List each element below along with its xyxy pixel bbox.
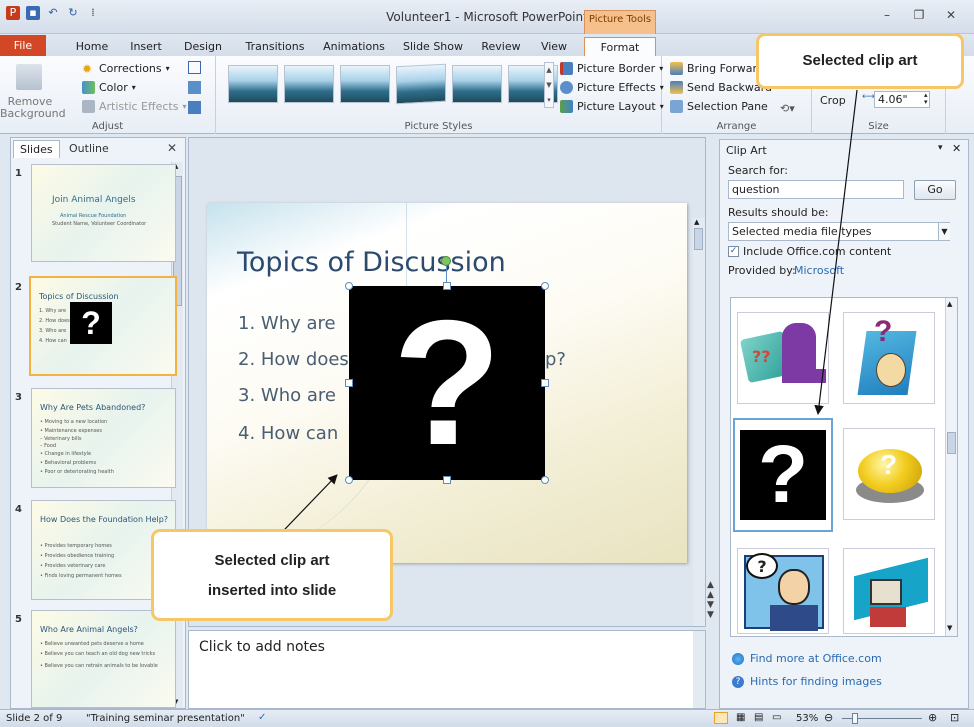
arrow-to-selected-result	[814, 89, 858, 415]
annotation-arrows	[261, 89, 858, 554]
callout-inserted-clip-art: Selected clip art inserted into slide	[151, 529, 393, 621]
callout-selected-clip-art: Selected clip art	[756, 33, 964, 89]
callout-line: Selected clip art	[214, 552, 330, 569]
callout-line: inserted into slide	[207, 582, 337, 599]
